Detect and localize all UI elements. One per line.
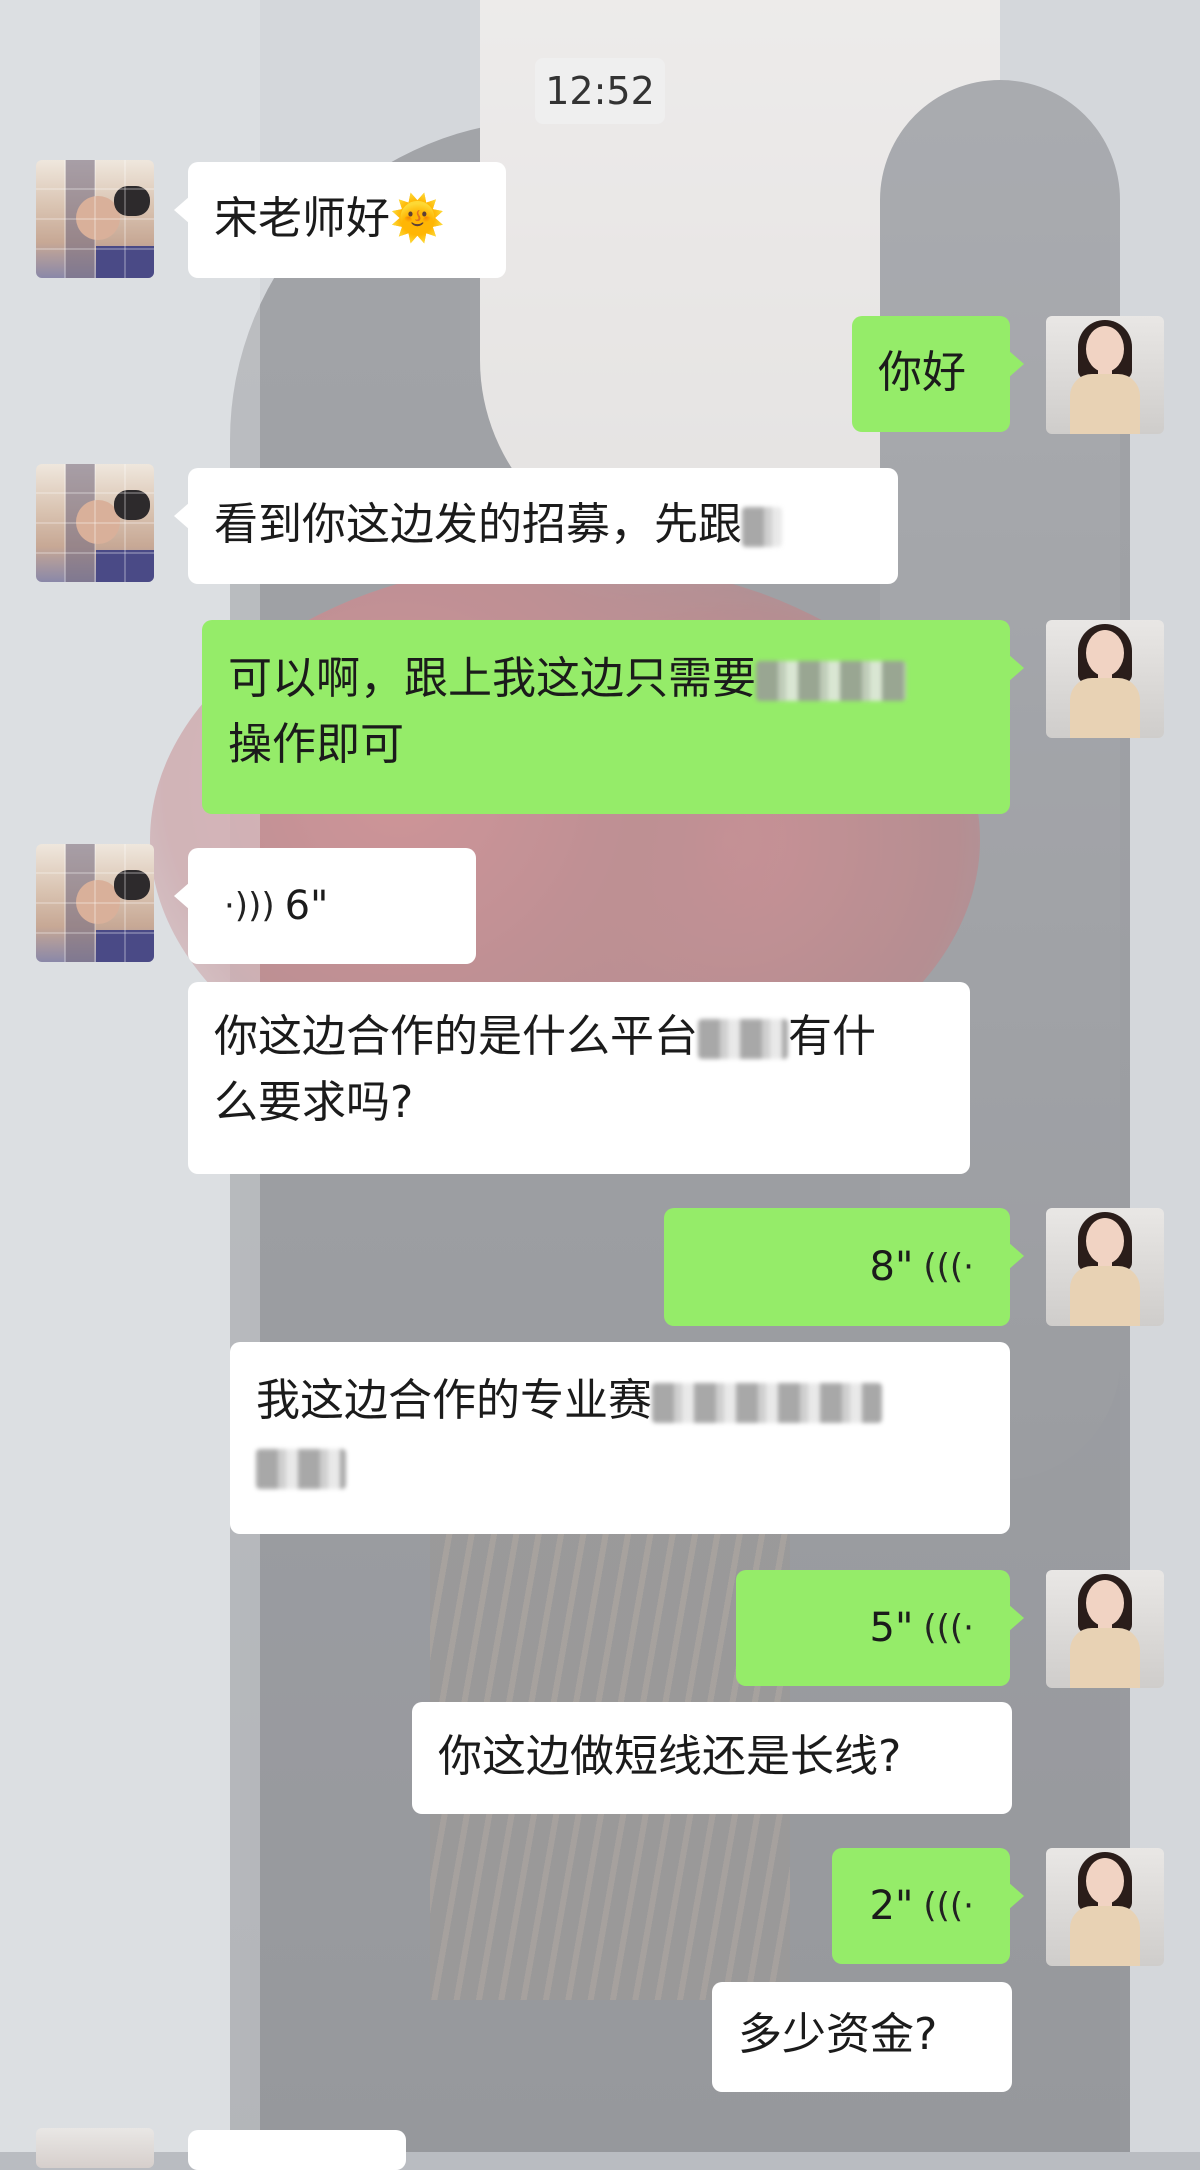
redaction-blur — [698, 1019, 788, 1059]
message-bubble[interactable]: 你这边合作的是什么平台 有什 么要求吗? — [188, 982, 970, 1174]
my-avatar[interactable] — [1046, 620, 1164, 738]
message-bubble[interactable]: 你这边做短线还是长线? — [412, 1702, 1012, 1814]
message-bubble[interactable] — [188, 2130, 406, 2170]
message-bubble[interactable]: 宋老师好🌞 — [174, 162, 506, 278]
my-avatar[interactable] — [1046, 1208, 1164, 1326]
redaction-blur — [256, 1449, 346, 1489]
voice-wave-right-icon: ·))) — [224, 886, 275, 926]
my-avatar[interactable] — [1046, 1848, 1164, 1966]
contact-avatar[interactable] — [36, 464, 154, 582]
message-bubble[interactable]: 看到你这边发的招募，先跟 — [174, 468, 898, 584]
voice-message[interactable]: 8" (((· — [664, 1208, 1024, 1326]
timestamp: 12:52 — [535, 58, 665, 124]
redaction-blur — [756, 661, 906, 701]
redaction-blur — [652, 1383, 882, 1423]
message-bubble[interactable]: 多少资金? — [712, 1982, 1012, 2092]
message-bubble[interactable]: 你好 — [852, 316, 1024, 432]
contact-avatar[interactable] — [36, 2128, 154, 2168]
redaction-blur — [742, 507, 782, 547]
voice-message[interactable]: 5" (((· — [736, 1570, 1024, 1686]
voice-wave-left-icon: (((· — [923, 1608, 974, 1648]
voice-message[interactable]: ·))) 6" — [174, 848, 476, 964]
message-bubble[interactable]: 我这边合作的专业赛 — [230, 1342, 1010, 1534]
voice-message[interactable]: 2" (((· — [832, 1848, 1024, 1964]
voice-wave-left-icon: (((· — [923, 1886, 974, 1926]
voice-wave-left-icon: (((· — [923, 1247, 974, 1287]
contact-avatar[interactable] — [36, 160, 154, 278]
message-bubble[interactable]: 可以啊，跟上我这边只需要 操作即可 — [202, 620, 1024, 814]
chat-log[interactable]: 12:52 宋老师好🌞 你好 看到你这边发的招募，先跟 可以啊，跟上我这边只需要… — [0, 0, 1200, 2170]
my-avatar[interactable] — [1046, 1570, 1164, 1688]
contact-avatar[interactable] — [36, 844, 154, 962]
my-avatar[interactable] — [1046, 316, 1164, 434]
